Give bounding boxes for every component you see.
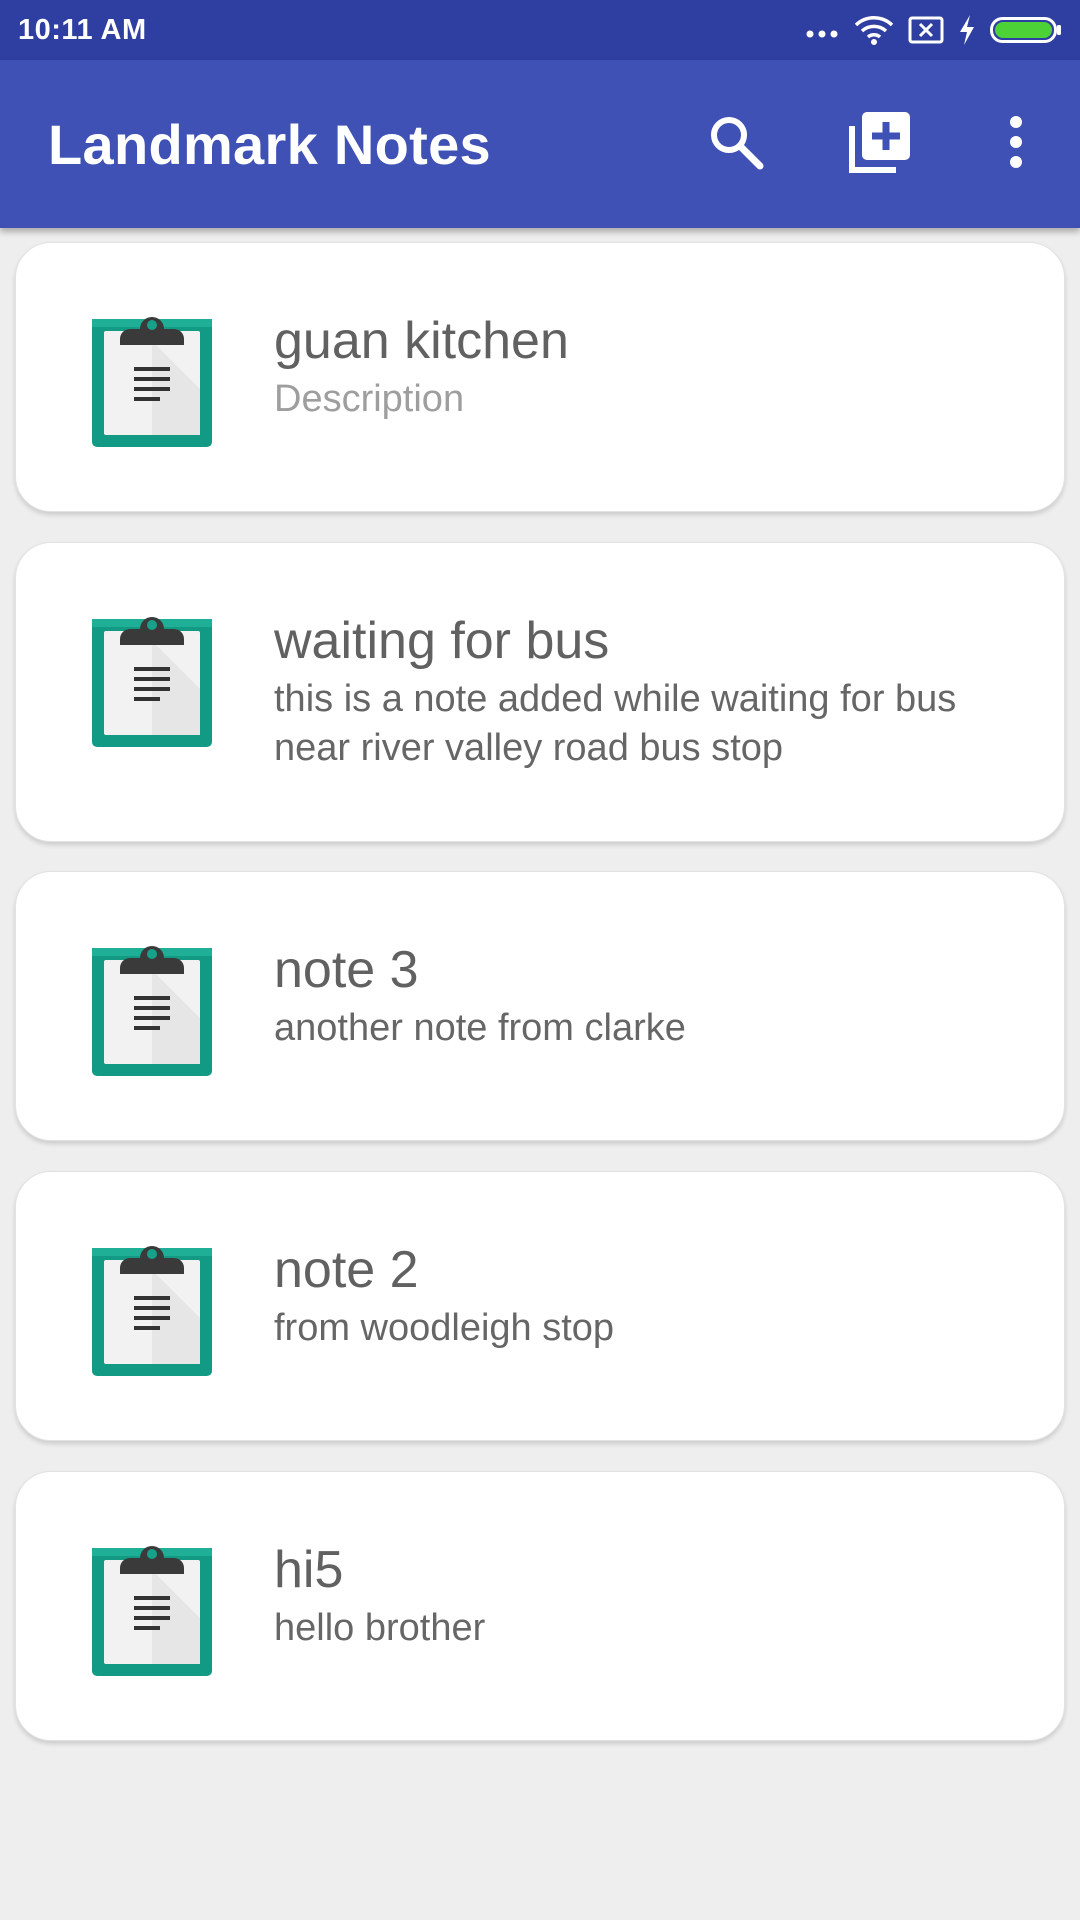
note-card[interactable]: hi5 hello brother — [15, 1471, 1065, 1741]
note-card[interactable]: waiting for bus this is a note added whi… — [15, 542, 1065, 842]
note-title: note 2 — [274, 1241, 419, 1299]
note-description: another note from clarke — [274, 1007, 686, 1049]
note-card[interactable]: guan kitchen Description — [15, 242, 1065, 512]
charging-bolt-icon — [958, 14, 976, 46]
note-title: hi5 — [274, 1541, 344, 1599]
note-description: Description — [274, 378, 465, 420]
note-description: hello brother — [274, 1607, 486, 1649]
wifi-icon — [854, 14, 894, 46]
note-card[interactable]: note 3 another note from clarke — [15, 871, 1065, 1141]
status-bar: 10:11 AM — [0, 0, 1080, 60]
add-note-icon — [848, 110, 912, 179]
note-title: waiting for bus — [274, 612, 610, 670]
add-note-button[interactable] — [808, 60, 952, 228]
note-text: guan kitchen Description — [274, 309, 1004, 424]
app-actions — [664, 60, 1080, 228]
more-vert-icon — [1006, 114, 1026, 175]
note-text: note 3 another note from clarke — [274, 938, 1004, 1053]
search-icon — [706, 112, 766, 177]
note-title: guan kitchen — [274, 312, 569, 370]
note-description: this is a note added while waiting for b… — [274, 678, 957, 769]
app-title: Landmark Notes — [48, 112, 491, 176]
clipboard-note-icon — [90, 938, 214, 1078]
note-text: waiting for bus this is a note added whi… — [274, 609, 1004, 773]
search-button[interactable] — [664, 60, 808, 228]
clipboard-note-icon — [90, 1238, 214, 1378]
clipboard-note-icon — [90, 609, 214, 749]
app-bar: Landmark Notes — [0, 60, 1080, 228]
overflow-menu-button[interactable] — [952, 60, 1080, 228]
note-description: from woodleigh stop — [274, 1307, 615, 1349]
no-sim-icon — [908, 15, 944, 45]
battery-icon — [990, 15, 1062, 45]
status-icons — [804, 14, 1062, 46]
note-text: note 2 from woodleigh stop — [274, 1238, 1004, 1353]
clipboard-note-icon — [90, 309, 214, 449]
more-dots-icon — [804, 20, 840, 40]
note-title: note 3 — [274, 941, 419, 999]
clipboard-note-icon — [90, 1538, 214, 1678]
note-card[interactable]: note 2 from woodleigh stop — [15, 1171, 1065, 1441]
status-time: 10:11 AM — [18, 13, 147, 46]
note-text: hi5 hello brother — [274, 1538, 1004, 1653]
